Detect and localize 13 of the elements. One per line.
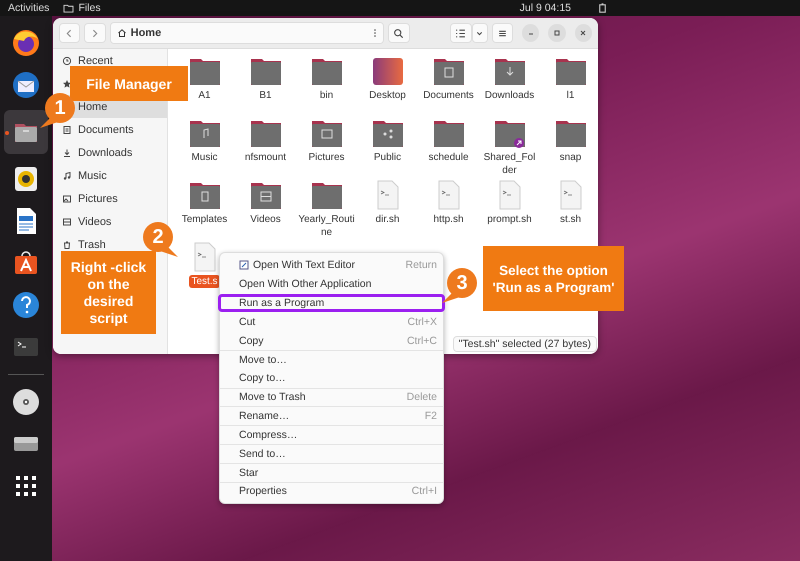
shortcut-text: Ctrl+C: [406, 334, 437, 347]
step-number-tooltip: 3: [440, 265, 480, 305]
callout-tooltip: Select the option 'Run as a Program': [483, 246, 624, 311]
status-text: "Test.sh" selected (27 bytes): [452, 336, 597, 352]
callout-tooltip: Right -click on the desired script: [61, 251, 156, 334]
shortcut-text: Ctrl+X: [408, 316, 437, 328]
callout-tooltip: File Manager: [70, 66, 188, 101]
shortcut-text: Delete: [406, 391, 437, 404]
step-number-tooltip: 2: [140, 219, 180, 259]
shortcut-text: Ctrl+I: [412, 485, 437, 498]
shortcut-text: F2: [424, 410, 437, 422]
shortcut-text: Return: [405, 259, 437, 272]
step-number-tooltip: 1: [38, 90, 78, 130]
